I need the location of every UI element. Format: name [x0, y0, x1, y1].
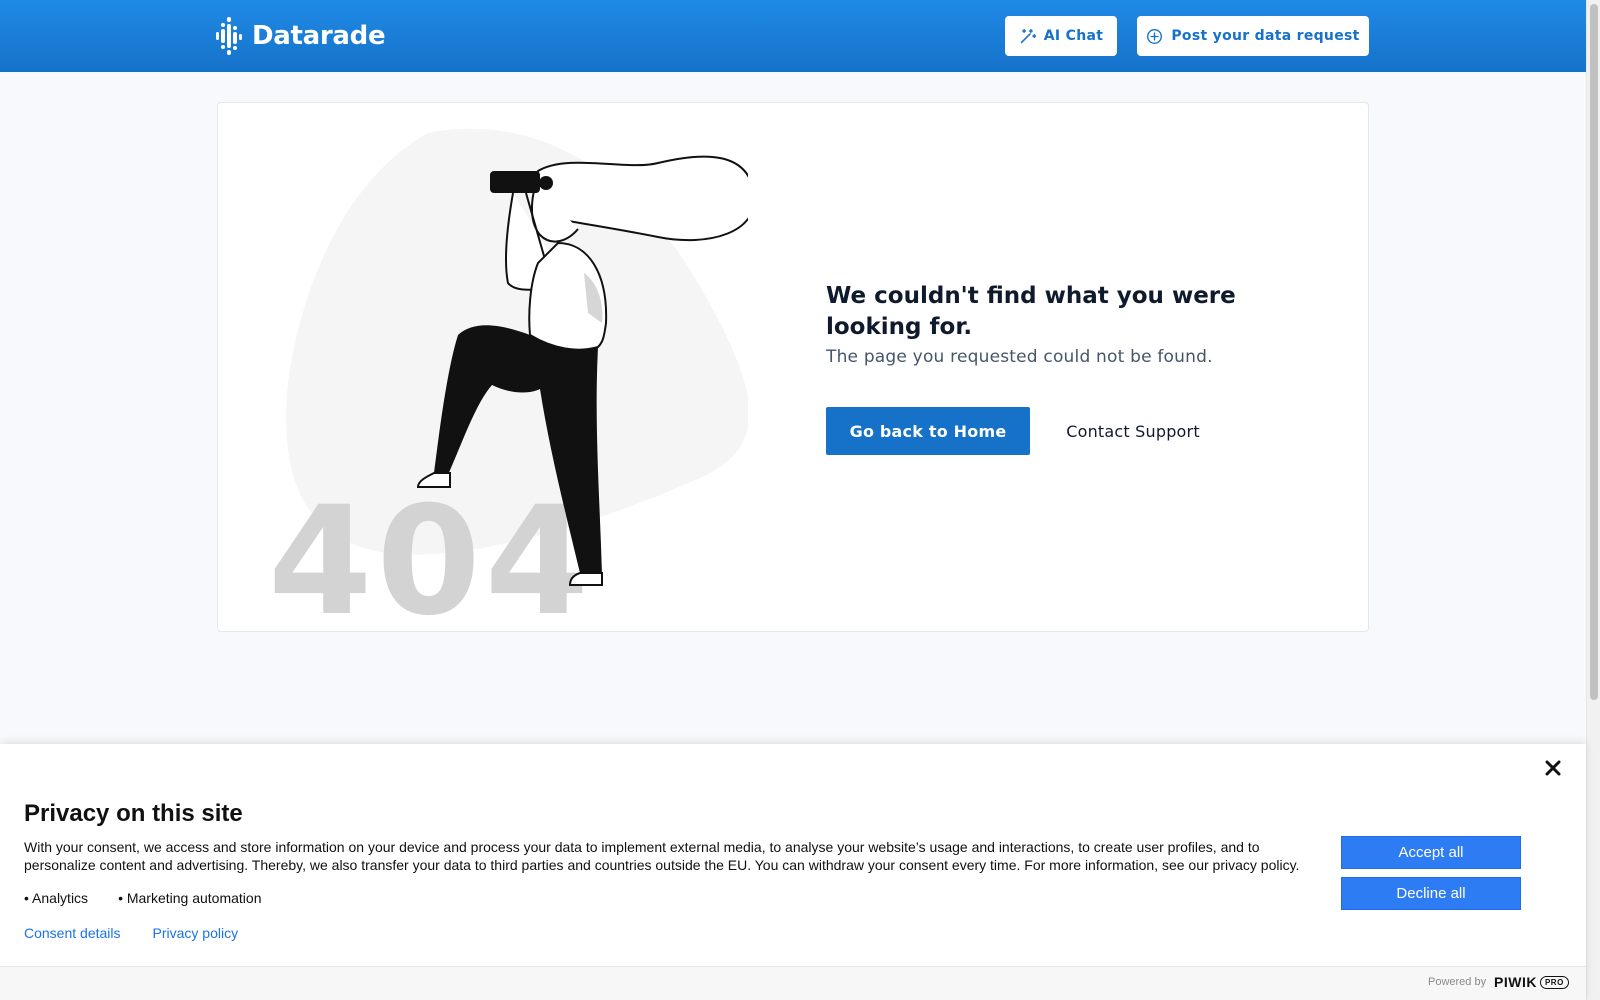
contact-support-link[interactable]: Contact Support [1053, 407, 1213, 455]
datarade-logo[interactable]: Datarade [216, 16, 386, 56]
ai-chat-button[interactable]: AI Chat [1005, 16, 1117, 56]
purpose-item: • Marketing automation [118, 890, 262, 906]
ai-chat-label: AI Chat [1043, 28, 1104, 44]
post-data-request-button[interactable]: Post your data request [1137, 16, 1369, 56]
magic-wand-icon [1020, 28, 1036, 43]
error-subtitle: The page you requested could not be foun… [826, 347, 1213, 367]
logo-text: Datarade [252, 21, 386, 51]
purpose-marketing: Marketing automation [126, 890, 262, 906]
post-request-label: Post your data request [1171, 28, 1360, 44]
logo-mark-icon [216, 17, 242, 55]
powered-by-text: Powered by [1428, 976, 1487, 988]
decline-all-button[interactable]: Decline all [1341, 877, 1521, 910]
piwik-wordmark: PIWIK [1494, 974, 1537, 990]
consent-links: Consent details Privacy policy [24, 925, 238, 941]
close-icon[interactable] [1543, 758, 1563, 778]
page-scrollbar[interactable] [1586, 0, 1600, 1000]
error-code-404: 404 [268, 475, 593, 623]
piwik-pro-logo[interactable]: PIWIK PRO [1494, 974, 1569, 990]
consent-footer: Powered by PIWIK PRO [0, 966, 1586, 1000]
consent-body-text: With your consent, we access and store i… [24, 839, 1300, 873]
error-card: 404 We couldn't find what you were looki… [217, 102, 1369, 632]
privacy-policy-link[interactable]: Privacy policy [153, 925, 239, 941]
accept-all-button[interactable]: Accept all [1341, 836, 1521, 869]
go-home-button[interactable]: Go back to Home [826, 407, 1030, 455]
scrollbar-thumb[interactable] [1590, 4, 1598, 700]
plus-circle-icon [1147, 28, 1163, 44]
privacy-consent-banner: Privacy on this site With your consent, … [0, 744, 1586, 1000]
consent-purposes-list: • Analytics • Marketing automation [24, 890, 262, 906]
binoculars-person-illustration: 404 [268, 128, 748, 623]
top-header: Datarade AI Chat Post your data request [0, 0, 1586, 72]
purpose-analytics: Analytics [32, 890, 89, 906]
purpose-item: • Analytics [24, 890, 89, 906]
piwik-pro-badge: PRO [1539, 975, 1569, 989]
consent-title: Privacy on this site [24, 800, 243, 827]
consent-details-link[interactable]: Consent details [24, 925, 121, 941]
error-message-block: We couldn't find what you were looking f… [826, 281, 1326, 367]
error-title: We couldn't find what you were looking f… [826, 283, 1236, 340]
